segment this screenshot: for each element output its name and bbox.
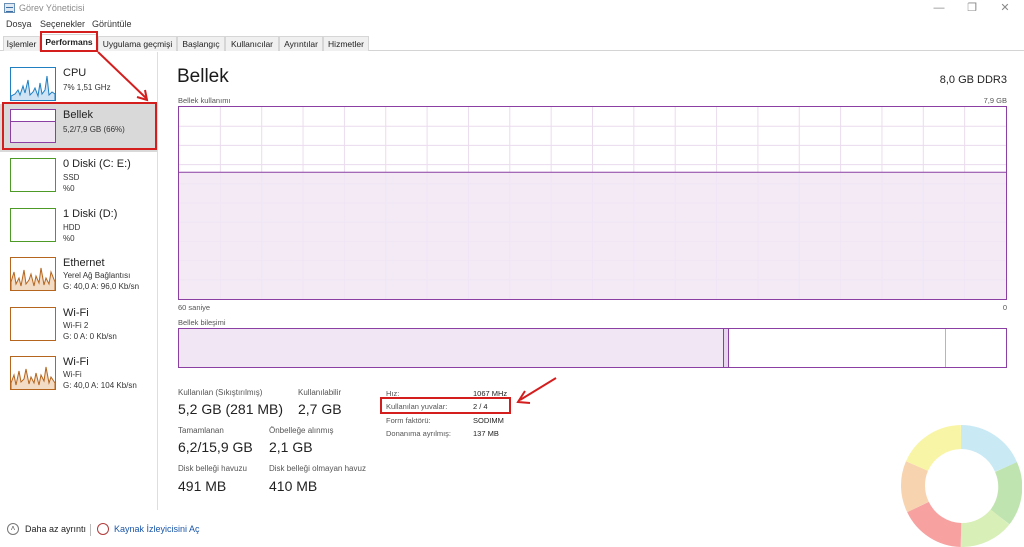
- resource-monitor-icon: [97, 523, 109, 535]
- memory-capacity: 8,0 GB DDR3: [939, 74, 1007, 86]
- paged-pool-label: Disk belleği havuzu: [178, 464, 247, 473]
- ring-segment: [901, 461, 930, 513]
- form-factor-value: SODIMM: [473, 416, 504, 425]
- fewer-details-link[interactable]: Daha az ayrıntı: [25, 524, 86, 534]
- ring-segment: [907, 501, 962, 547]
- speed-value: 1067 MHz: [473, 389, 508, 398]
- ring-segment: [960, 508, 1010, 547]
- graph-time-axis-label: 60 saniye: [178, 303, 211, 312]
- form-factor-label: Form faktörü:: [386, 416, 431, 425]
- ring-segment: [960, 425, 1018, 473]
- usage-graph-max: 7,9 GB: [983, 96, 1007, 105]
- speed-label: Hız:: [386, 389, 400, 398]
- footer-divider: [90, 524, 91, 536]
- nonpaged-pool-value: 410 MB: [269, 478, 318, 494]
- page-title: Bellek: [177, 66, 229, 87]
- chevron-up-icon[interactable]: ˄: [7, 523, 19, 535]
- memory-composition-bar: [178, 328, 1007, 368]
- ring-segment: [906, 425, 962, 472]
- available-label: Kullanılabilir: [298, 388, 342, 397]
- committed-label: Tamamlanan: [178, 426, 224, 435]
- composition-standby: [728, 329, 946, 367]
- usage-graph-label: Bellek kullanımı: [178, 96, 231, 105]
- in-use-label: Kullanılan (Sıkıştırılmış): [178, 388, 263, 397]
- graph-time-axis-end: 0: [1002, 303, 1007, 312]
- slots-label: Kullanılan yuvalar:: [386, 402, 448, 411]
- open-resource-monitor-link[interactable]: Kaynak İzleyicisini Aç: [114, 524, 200, 534]
- cached-value: 2,1 GB: [269, 439, 313, 455]
- decorative-ring-logo: [901, 425, 1022, 547]
- paged-pool-value: 491 MB: [178, 478, 227, 494]
- usage-area: [179, 172, 1006, 299]
- arrow-to-slots: [519, 377, 557, 401]
- composition-in-use: [179, 329, 724, 367]
- usage-graph-canvas: [179, 107, 1006, 299]
- hardware-reserved-value: 137 MB: [473, 429, 499, 438]
- cached-label: Önbelleğe alınmış: [269, 426, 334, 435]
- hardware-reserved-label: Donanıma ayrılmış:: [386, 429, 452, 438]
- committed-value: 6,2/15,9 GB: [178, 439, 253, 455]
- composition-label: Bellek bileşimi: [178, 318, 226, 327]
- ring-segment: [990, 462, 1022, 525]
- memory-usage-graph: [178, 106, 1007, 300]
- footer: ˄ Daha az ayrıntı Kaynak İzleyicisini Aç: [0, 515, 1024, 545]
- composition-free: [947, 329, 1006, 367]
- in-use-value: 5,2 GB (281 MB): [178, 401, 284, 417]
- slots-value: 2 / 4: [473, 402, 488, 411]
- available-value: 2,7 GB: [298, 401, 342, 417]
- nonpaged-pool-label: Disk belleği olmayan havuz: [269, 464, 366, 473]
- arrow-tab-to-memory: [97, 51, 147, 99]
